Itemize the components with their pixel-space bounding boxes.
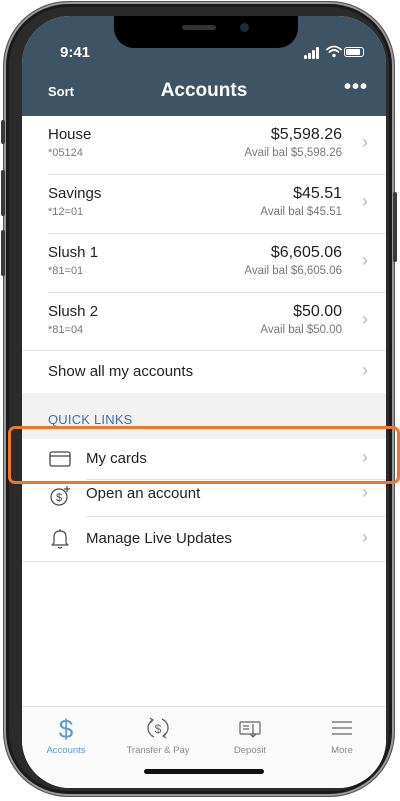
account-name: House — [48, 126, 92, 143]
tab-label: More — [331, 745, 353, 756]
chevron-right-icon: › — [362, 250, 368, 270]
volume-down-button — [1, 230, 5, 276]
tab-deposit[interactable]: Deposit — [210, 715, 290, 756]
available-balance: Avail bal $50.00 — [260, 324, 342, 336]
mute-switch — [1, 120, 5, 144]
available-balance: Avail bal $45.51 — [260, 206, 342, 218]
quick-link-label: Open an account — [86, 485, 201, 502]
account-balance: $5,598.26 — [270, 126, 342, 143]
phone-frame: 9:41 Sort Accounts ••• House *05124 $5,5… — [1, 2, 397, 796]
account-number: *05124 — [48, 147, 83, 159]
quick-links-heading: QUICK LINKS — [48, 412, 133, 427]
account-balance: $50.00 — [293, 303, 342, 320]
account-number: *12=01 — [48, 206, 84, 218]
tab-label: Deposit — [233, 745, 267, 756]
wifi-icon — [326, 45, 342, 58]
svg-text:$: $ — [59, 715, 74, 741]
available-balance: Avail bal $5,598.26 — [244, 147, 342, 159]
chevron-right-icon: › — [362, 309, 368, 329]
tab-more[interactable]: More — [302, 715, 382, 756]
account-row-savings[interactable]: Savings *12=01 $45.51 Avail bal $45.51 › — [22, 175, 386, 233]
header-bar: 9:41 Sort Accounts ••• — [22, 16, 386, 116]
show-all-accounts-label: Show all my accounts — [48, 363, 194, 380]
account-name: Slush 1 — [48, 244, 99, 261]
screen: 9:41 Sort Accounts ••• House *05124 $5,5… — [22, 16, 386, 788]
chevron-right-icon: › — [362, 527, 368, 547]
check-deposit-icon — [239, 721, 261, 738]
chevron-right-icon: › — [362, 482, 368, 502]
available-balance: Avail bal $6,605.06 — [244, 265, 342, 277]
account-number: *81=04 — [48, 324, 84, 336]
tab-label: Accounts — [46, 745, 86, 756]
page-title: Accounts — [160, 80, 248, 101]
notch — [114, 16, 298, 48]
quick-link-open-account[interactable]: $ Open an account › — [22, 480, 386, 520]
account-balance: $6,605.06 — [270, 244, 342, 261]
status-icons — [304, 45, 364, 59]
chevron-right-icon: › — [362, 132, 368, 152]
divider — [22, 561, 386, 562]
chevron-right-icon: › — [362, 191, 368, 211]
tab-bar: $ Accounts $ Transfer & Pay Deposit More — [22, 706, 386, 788]
account-row-slush-2[interactable]: Slush 2 *81=04 $50.00 Avail bal $50.00 › — [22, 293, 386, 351]
battery-icon — [344, 47, 364, 57]
menu-icon — [332, 721, 352, 735]
account-row-slush-1[interactable]: Slush 1 *81=01 $6,605.06 Avail bal $6,60… — [22, 234, 386, 292]
chevron-right-icon: › — [362, 360, 368, 380]
status-time: 9:41 — [60, 44, 91, 61]
quick-link-manage-live-updates[interactable]: Manage Live Updates › — [22, 517, 386, 561]
account-balance: $45.51 — [293, 185, 342, 202]
account-name: Slush 2 — [48, 303, 99, 320]
tab-label: Transfer & Pay — [126, 745, 190, 756]
dollar-icon: $ — [59, 715, 74, 741]
tab-transfer-pay[interactable]: $ Transfer & Pay — [118, 715, 198, 756]
tab-accounts[interactable]: $ Accounts — [26, 715, 106, 756]
home-indicator — [144, 769, 264, 774]
volume-up-button — [1, 170, 5, 216]
bell-icon — [51, 529, 69, 549]
account-name: Savings — [48, 185, 102, 202]
svg-text:$: $ — [56, 492, 62, 504]
quick-link-label: Manage Live Updates — [86, 530, 232, 547]
speaker — [182, 25, 216, 30]
show-all-accounts-row[interactable]: Show all my accounts › — [22, 351, 386, 393]
front-camera — [240, 23, 249, 32]
svg-text:$: $ — [155, 722, 162, 736]
account-row-house[interactable]: House *05124 $5,598.26 Avail bal $5,598.… — [22, 116, 386, 174]
power-button — [393, 192, 397, 262]
more-options-button[interactable]: ••• — [344, 76, 368, 99]
transfer-icon: $ — [147, 717, 169, 739]
highlight-box — [8, 426, 400, 484]
dollar-plus-icon: $ — [50, 486, 70, 506]
account-number: *81=01 — [48, 265, 84, 277]
